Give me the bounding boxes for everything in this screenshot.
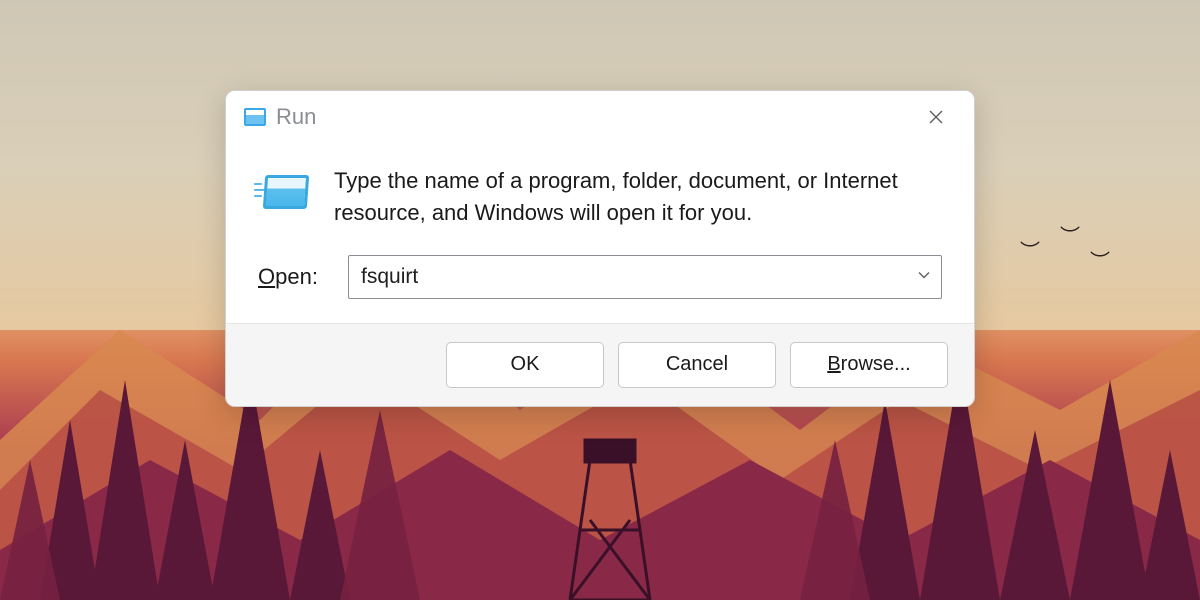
open-combobox[interactable] (348, 255, 942, 299)
browse-button[interactable]: Browse... (790, 342, 948, 388)
titlebar[interactable]: Run (226, 91, 974, 141)
chevron-down-icon (917, 267, 931, 286)
open-input[interactable] (361, 265, 905, 289)
dialog-description: Type the name of a program, folder, docu… (334, 165, 942, 229)
cancel-button[interactable]: Cancel (618, 342, 776, 388)
run-dialog: Run Type the name of a program, folder, … (225, 90, 975, 407)
run-large-icon (258, 169, 312, 213)
open-label: Open: (258, 264, 330, 290)
button-bar: OK Cancel Browse... (226, 323, 974, 406)
close-icon (929, 110, 943, 124)
run-window-icon (244, 108, 266, 126)
close-button[interactable] (916, 101, 956, 133)
window-title: Run (276, 104, 316, 130)
ok-button[interactable]: OK (446, 342, 604, 388)
